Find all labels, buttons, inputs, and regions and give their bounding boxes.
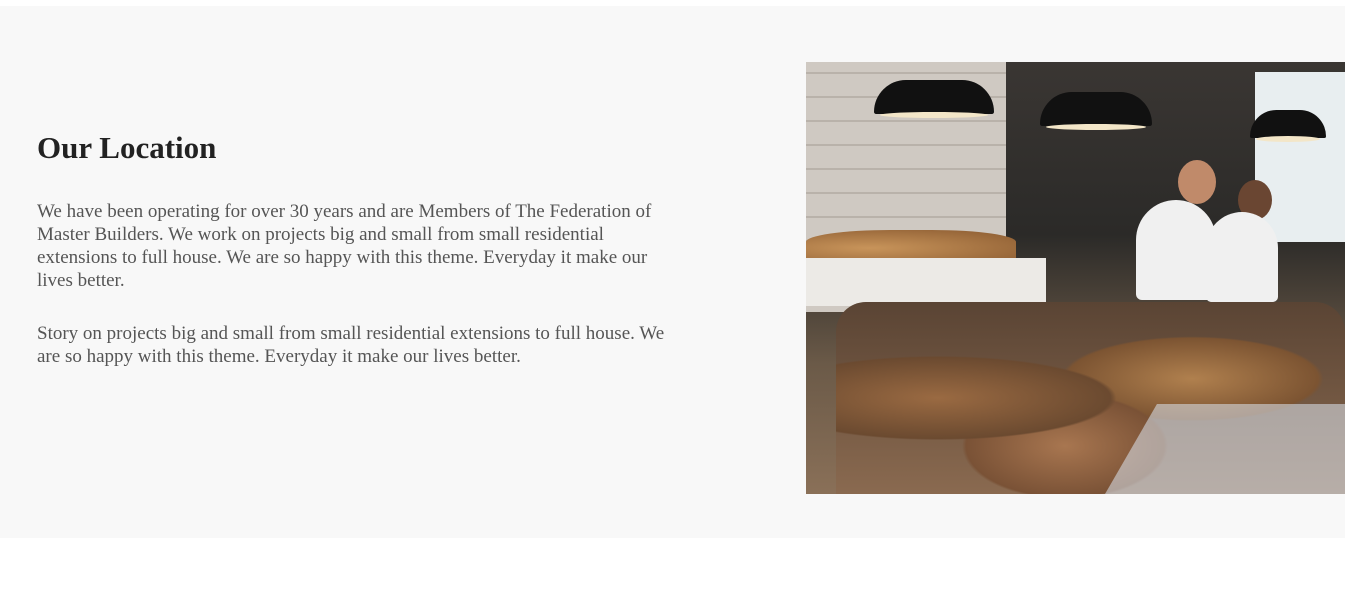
story-paragraph: Story on projects big and small from sma… bbox=[37, 323, 665, 367]
bakery-photo bbox=[806, 62, 1345, 494]
window bbox=[1255, 72, 1345, 242]
pendant-lamp bbox=[1250, 110, 1326, 142]
baker bbox=[1206, 212, 1278, 302]
shelf-pastries bbox=[806, 230, 1016, 260]
baker-head bbox=[1178, 160, 1216, 204]
pendant-lamp bbox=[1040, 92, 1152, 130]
shelf bbox=[806, 258, 1046, 306]
baker bbox=[1136, 200, 1216, 300]
location-section: Our Location We have been operating for … bbox=[0, 6, 1345, 538]
section-title: Our Location bbox=[37, 130, 217, 165]
intro-paragraph: We have been operating for over 30 years… bbox=[37, 201, 652, 291]
pendant-lamp bbox=[874, 80, 994, 118]
